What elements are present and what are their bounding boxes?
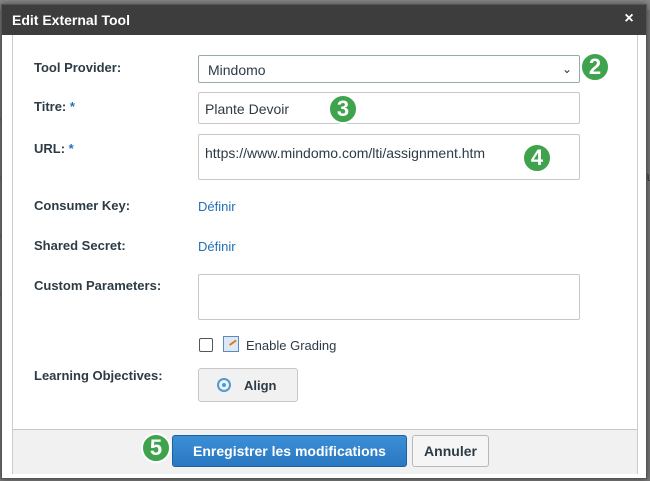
dialog-title: Edit External Tool [12,12,130,28]
titre-label: Titre: * [34,99,75,114]
learning-objectives-label: Learning Objectives: [34,368,163,383]
align-button[interactable]: Align [198,368,298,402]
custom-parameters-label: Custom Parameters: [34,278,162,293]
tool-provider-value: Mindomo [208,62,266,78]
tool-provider-label: Tool Provider: [34,60,122,75]
save-button[interactable]: Enregistrer les modifications [172,435,407,467]
step-marker-2: 2 [580,52,610,82]
chevron-down-icon: ⌄ [561,62,572,76]
target-icon [217,378,231,392]
custom-parameters-textarea[interactable] [198,274,580,320]
titre-value: Plante Devoir [205,101,290,117]
url-value: https://www.mindomo.com/lti/assignment.h… [205,145,486,161]
consumer-key-define-link[interactable]: Définir [198,199,236,214]
shared-secret-define-link[interactable]: Définir [198,239,236,254]
titre-label-text: Titre: [34,99,67,114]
step-marker-4: 4 [522,143,552,173]
enable-grading-checkbox[interactable] [199,338,213,352]
gradebook-icon [223,336,239,352]
close-icon[interactable]: × [622,10,636,28]
url-label: URL: * [34,141,74,156]
titre-input[interactable]: Plante Devoir [198,92,580,124]
align-button-label: Align [244,378,277,393]
step-marker-3: 3 [328,94,358,124]
shared-secret-label: Shared Secret: [34,238,126,253]
dialog-title-bar: Edit External Tool × [2,5,646,35]
step-marker-5: 5 [141,433,171,463]
required-asterisk: * [68,141,74,156]
required-asterisk: * [69,99,75,114]
tool-provider-select[interactable]: Mindomo ⌄ [198,55,580,83]
url-label-text: URL: [34,141,66,156]
enable-grading-label: Enable Grading [246,338,337,353]
consumer-key-label: Consumer Key: [34,198,131,213]
edit-external-tool-dialog: Edit External Tool × Tool Provider: Mind… [1,4,647,479]
cancel-button[interactable]: Annuler [412,435,489,467]
